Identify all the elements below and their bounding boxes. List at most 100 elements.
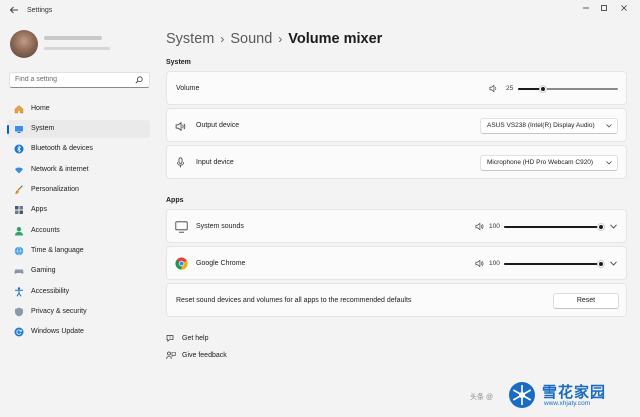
output-device-label: Output device: [196, 122, 240, 129]
maximize-button[interactable]: [597, 4, 611, 16]
close-button[interactable]: [617, 4, 631, 16]
chevron-down-icon: [606, 124, 612, 128]
page-title: Volume mixer: [288, 31, 383, 47]
app-volume-slider[interactable]: [504, 223, 605, 231]
sidebar-item-label: System: [31, 125, 55, 132]
sidebar-item-system[interactable]: System: [7, 120, 150, 138]
sidebar-item-label: Accounts: [31, 227, 60, 234]
sidebar-item-personalization[interactable]: Personalization: [7, 181, 150, 199]
sidebar-item-label: Home: [31, 105, 50, 112]
brush-icon: [15, 185, 23, 195]
speaker-icon[interactable]: [475, 222, 484, 231]
breadcrumb-separator: ›: [220, 32, 225, 46]
sidebar-item-apps[interactable]: Apps: [7, 201, 150, 219]
sidebar-item-home[interactable]: Home: [7, 100, 150, 118]
sidebar-item-label: Network & internet: [31, 166, 89, 173]
master-volume-slider[interactable]: [518, 85, 618, 93]
wifi-icon: [15, 167, 23, 174]
search-box[interactable]: [9, 72, 150, 88]
microphone-icon: [177, 157, 184, 168]
give-feedback-label: Give feedback: [182, 352, 227, 359]
shield-icon: [15, 307, 23, 317]
accounts-icon: [15, 227, 23, 236]
slider-fill: [504, 263, 601, 265]
get-help-link[interactable]: ? Get help: [166, 334, 236, 346]
speaker-icon: [175, 121, 186, 132]
watermark-url: www.xhjaty.com: [544, 400, 591, 407]
get-help-label: Get help: [182, 335, 209, 342]
sidebar-item-gaming[interactable]: Gaming: [7, 262, 150, 280]
app-volume-value: 100: [489, 260, 500, 267]
section-heading-apps: Apps: [166, 197, 184, 204]
speaker-icon[interactable]: [489, 84, 498, 93]
search-icon[interactable]: [135, 76, 143, 84]
speaker-icon[interactable]: [475, 259, 484, 268]
update-icon: [14, 327, 24, 337]
app-row-google-chrome: Google Chrome 100: [166, 246, 627, 280]
breadcrumb-sound[interactable]: Sound: [230, 31, 272, 47]
volume-value: 25: [506, 85, 514, 92]
sidebar-item-label: Time & language: [31, 247, 84, 254]
sidebar-item-accounts[interactable]: Accounts: [7, 222, 150, 240]
sidebar-item-privacy[interactable]: Privacy & security: [7, 303, 150, 321]
section-heading-system: System: [166, 59, 191, 66]
snowflake-logo-icon: [509, 382, 535, 408]
app-name: Google Chrome: [196, 260, 246, 267]
watermark-title: 雪花家园: [542, 384, 607, 401]
active-indicator: [7, 125, 9, 134]
output-device-selected: ASUS VS238 (Intel(R) Display Audio): [487, 122, 595, 129]
sidebar-item-windows-update[interactable]: Windows Update: [7, 323, 150, 341]
chevron-down-icon: [606, 161, 612, 165]
sidebar-item-label: Personalization: [31, 186, 79, 193]
search-input[interactable]: [15, 76, 125, 83]
system-icon: [15, 126, 23, 133]
breadcrumb: System › Sound › Volume mixer: [166, 31, 382, 47]
breadcrumb-separator: ›: [278, 32, 283, 46]
app-volume-slider[interactable]: [504, 260, 605, 268]
breadcrumb-system[interactable]: System: [166, 31, 214, 47]
volume-card: Volume 25: [166, 71, 627, 105]
bluetooth-icon: [14, 144, 24, 154]
reset-button[interactable]: Reset: [553, 293, 619, 309]
app-name: System sounds: [196, 223, 244, 230]
help-icon: ?: [166, 335, 174, 342]
monitor-icon: [175, 221, 188, 233]
globe-icon: [14, 246, 24, 256]
output-device-dropdown[interactable]: ASUS VS238 (Intel(R) Display Audio): [480, 118, 618, 134]
sidebar-item-label: Windows Update: [31, 328, 84, 335]
watermark-source: 头条 @: [470, 394, 494, 401]
feedback-icon: [166, 351, 176, 360]
sidebar-item-network[interactable]: Network & internet: [7, 161, 150, 179]
sidebar-item-accessibility[interactable]: Accessibility: [7, 283, 150, 301]
accessibility-icon: [15, 287, 23, 297]
back-arrow-icon[interactable]: [8, 5, 20, 17]
chrome-icon: [175, 257, 188, 270]
input-device-dropdown[interactable]: Microphone (HD Pro Webcam C920): [480, 155, 618, 171]
sidebar-item-label: Gaming: [31, 267, 56, 274]
title-bar: Settings: [0, 0, 640, 22]
apps-icon: [15, 206, 23, 214]
slider-thumb[interactable]: [597, 223, 605, 231]
output-device-card: Output device ASUS VS238 (Intel(R) Displ…: [166, 108, 627, 142]
input-device-card: Input device Microphone (HD Pro Webcam C…: [166, 145, 627, 179]
sidebar-item-time-language[interactable]: Time & language: [7, 242, 150, 260]
avatar[interactable]: [10, 30, 38, 58]
chevron-down-icon[interactable]: [610, 261, 617, 266]
chevron-down-icon[interactable]: [610, 224, 617, 229]
sidebar-item-label: Accessibility: [31, 288, 70, 295]
input-device-label: Input device: [196, 159, 234, 166]
home-icon: [14, 105, 24, 114]
input-device-selected: Microphone (HD Pro Webcam C920): [487, 159, 594, 166]
sidebar-item-bluetooth[interactable]: Bluetooth & devices: [7, 140, 150, 158]
minimize-button[interactable]: [579, 4, 593, 16]
window-title: Settings: [27, 7, 53, 14]
slider-thumb[interactable]: [539, 85, 547, 93]
account-email-redacted: [44, 47, 110, 50]
app-row-system-sounds: System sounds 100: [166, 209, 627, 243]
app-volume-value: 100: [489, 223, 500, 230]
give-feedback-link[interactable]: Give feedback: [166, 351, 246, 363]
slider-fill: [504, 226, 601, 228]
reset-description: Reset sound devices and volumes for all …: [176, 297, 412, 304]
sidebar-item-label: Privacy & security: [31, 308, 87, 315]
slider-thumb[interactable]: [597, 260, 605, 268]
